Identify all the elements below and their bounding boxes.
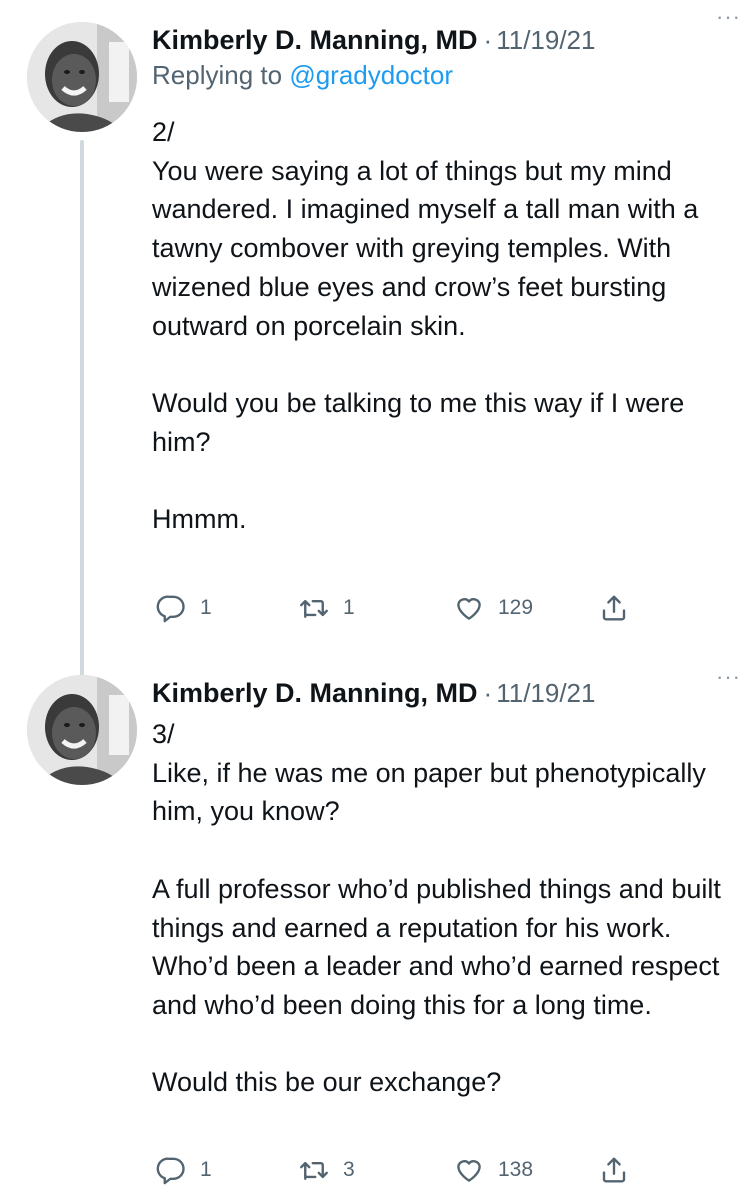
reply-count: 1 xyxy=(200,596,212,619)
more-icon[interactable]: ··· xyxy=(716,666,741,688)
retweet-icon xyxy=(300,599,328,618)
tweet-paragraph: Hmmm. xyxy=(152,504,247,534)
tweet-paragraph: Would you be talking to me this way if I… xyxy=(152,387,685,457)
tweet-header: Kimberly D. Manning, MD · 11/19/21 xyxy=(152,673,735,713)
more-icon[interactable]: ··· xyxy=(716,6,741,28)
retweet-count: 1 xyxy=(343,596,355,619)
tweet-date[interactable]: 11/19/21 xyxy=(496,678,595,709)
tweet-text: 2/ You were saying a lot of things but m… xyxy=(152,113,732,539)
retweet-button[interactable]: 1 xyxy=(299,588,355,628)
tweet-3[interactable]: Kimberly D. Manning, MD · 11/19/21 ··· 3… xyxy=(0,660,755,1200)
retweet-count: 3 xyxy=(343,1158,355,1181)
heart-icon xyxy=(457,598,481,620)
share-icon xyxy=(602,1157,626,1183)
tweet-paragraph: 2/ You were saying a lot of things but m… xyxy=(152,117,699,341)
thread-line xyxy=(80,140,84,680)
retweet-icon xyxy=(300,1161,328,1180)
like-count: 129 xyxy=(498,596,534,619)
tweet-paragraph: 3/ Like, if he was me on paper but pheno… xyxy=(152,719,706,827)
separator: · xyxy=(483,677,493,708)
share-icon xyxy=(602,595,626,621)
reply-button[interactable]: 1 xyxy=(156,1150,212,1190)
reply-count: 1 xyxy=(200,1158,212,1181)
retweet-button[interactable]: 3 xyxy=(299,1150,355,1190)
tweet-2[interactable]: Kimberly D. Manning, MD · 11/19/21 ··· R… xyxy=(0,0,755,680)
tweet-header: Kimberly D. Manning, MD · 11/19/21 xyxy=(152,20,735,60)
like-count: 138 xyxy=(498,1158,534,1181)
author-name[interactable]: Kimberly D. Manning, MD xyxy=(152,678,478,709)
reply-icon xyxy=(156,595,185,623)
avatar[interactable] xyxy=(27,675,137,785)
tweet-date[interactable]: 11/19/21 xyxy=(496,25,595,56)
tweet-paragraph: Would this be our exchange? xyxy=(152,1067,502,1098)
reply-handle-link[interactable]: @gradydoctor xyxy=(289,60,453,90)
replying-prefix: Replying to xyxy=(152,60,283,90)
tweet-text: 3/ Like, if he was me on paper but pheno… xyxy=(152,715,732,1102)
tweet-paragraph: A full professor who’d published things … xyxy=(152,873,721,1020)
like-button[interactable]: 138 xyxy=(454,1150,533,1190)
tweet-actions: 1 3 138 xyxy=(152,1150,652,1190)
avatar[interactable] xyxy=(27,22,137,132)
tweet-actions: 1 1 129 xyxy=(152,588,652,628)
share-button[interactable] xyxy=(599,588,629,628)
reply-button[interactable]: 1 xyxy=(156,588,212,628)
heart-icon xyxy=(457,1160,481,1182)
author-name[interactable]: Kimberly D. Manning, MD xyxy=(152,25,478,56)
replying-to: Replying to @gradydoctor xyxy=(152,60,453,91)
like-button[interactable]: 129 xyxy=(454,588,533,628)
share-button[interactable] xyxy=(599,1150,629,1190)
separator: · xyxy=(483,24,493,55)
reply-icon xyxy=(156,1157,185,1185)
